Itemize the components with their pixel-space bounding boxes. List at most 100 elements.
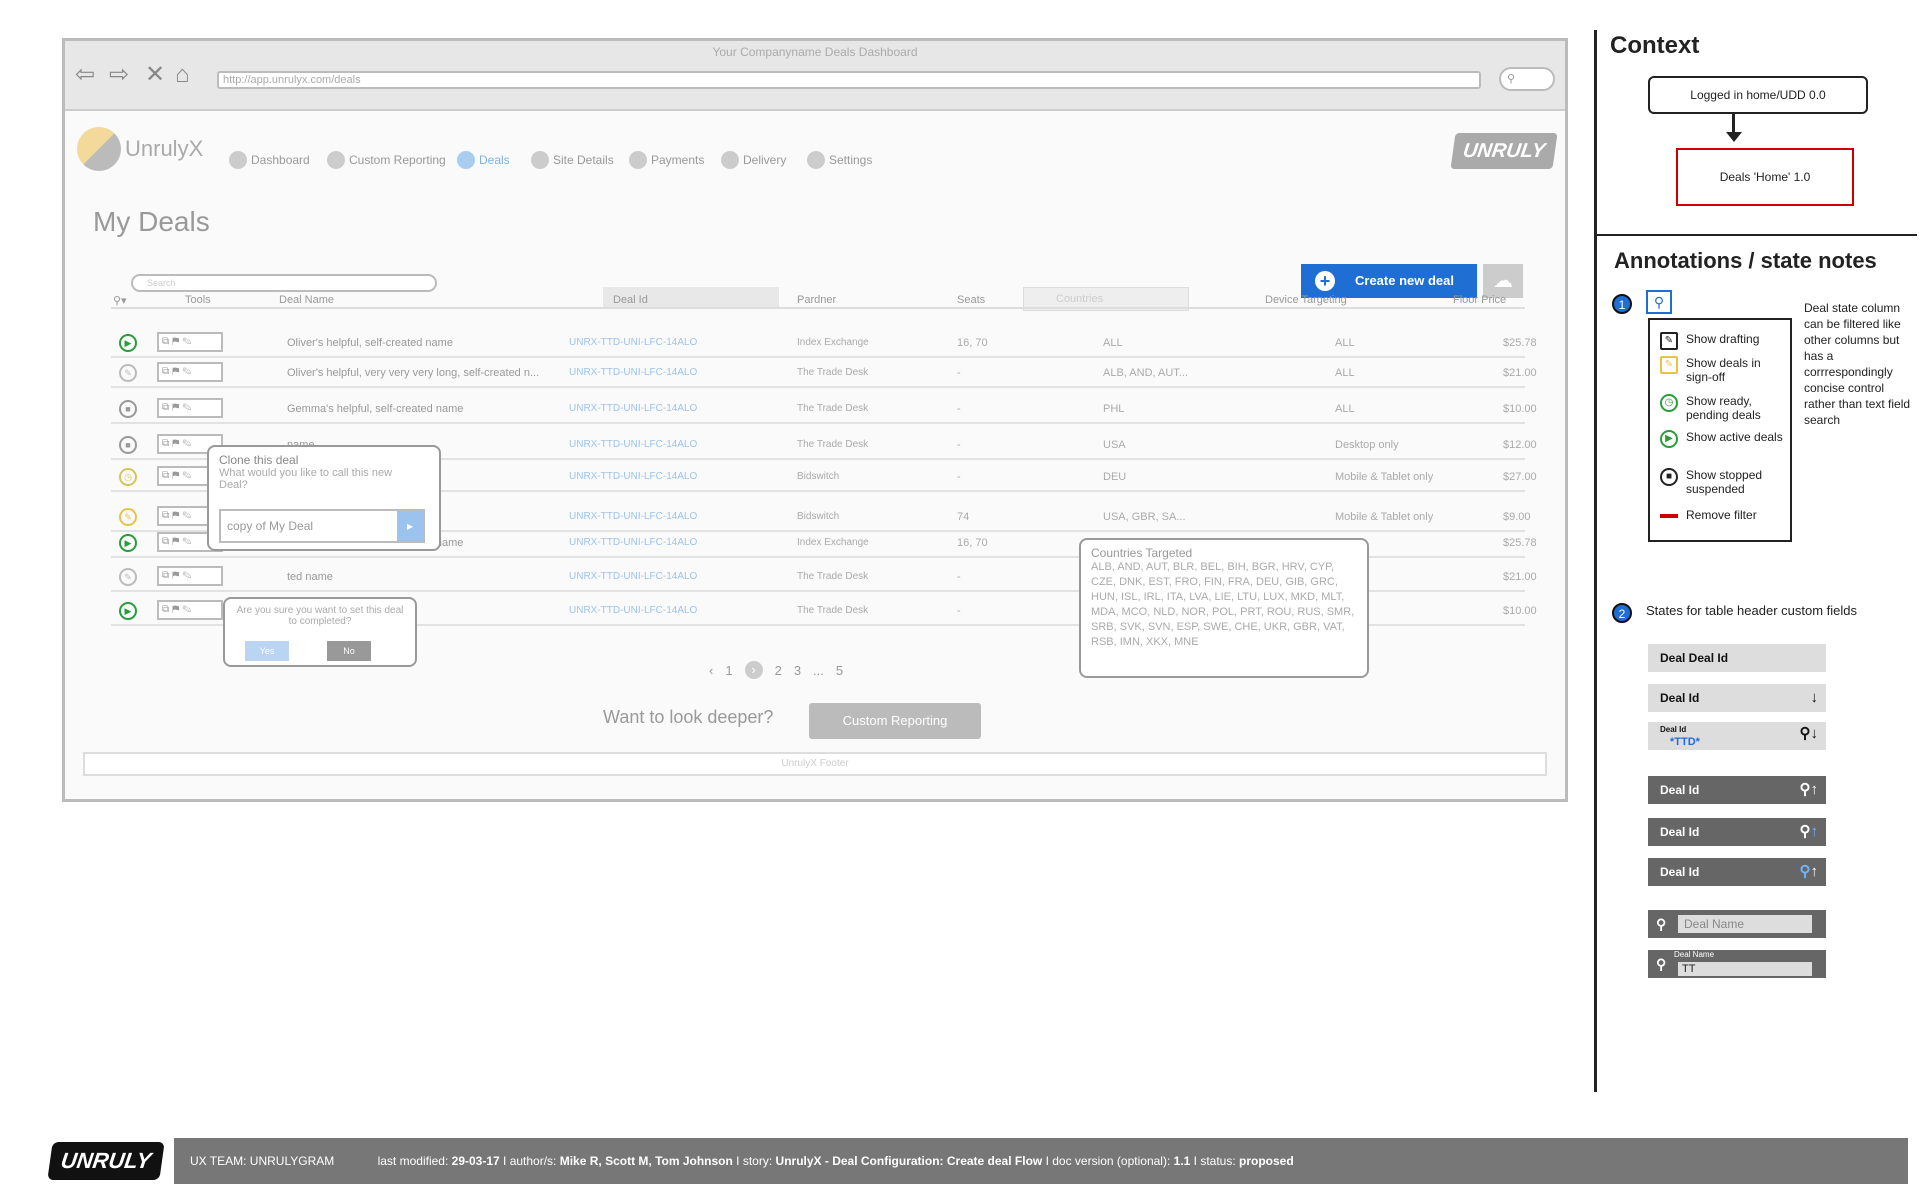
- page-2[interactable]: 2: [775, 663, 782, 678]
- deal-id-cell[interactable]: UNRX-TTD-UNI-LFC-14ALO: [569, 471, 697, 482]
- countries-cell[interactable]: USA: [1103, 439, 1126, 451]
- deal-state-icon[interactable]: ■: [119, 400, 137, 418]
- search-highlight-icon: ⚲↑: [1799, 863, 1819, 880]
- deal-id-cell[interactable]: UNRX-TTD-UNI-LFC-14ALO: [569, 337, 697, 348]
- browser-search[interactable]: ⚲: [1499, 67, 1555, 91]
- deal-state-icon[interactable]: ✎: [119, 508, 137, 526]
- page-1[interactable]: 1: [725, 663, 732, 678]
- confirm-no-button[interactable]: No: [327, 641, 371, 661]
- filter-ready[interactable]: ◷ Show ready, pending deals: [1660, 394, 1790, 422]
- unrulyx-logo[interactable]: UnrulyX: [77, 127, 203, 171]
- deal-state-icon[interactable]: ▶: [119, 334, 137, 352]
- deal-state-icon[interactable]: ■: [119, 436, 137, 454]
- th-seats[interactable]: Seats: [957, 294, 985, 306]
- nav-payments[interactable]: Payments: [629, 151, 704, 169]
- deal-name-cell[interactable]: Oliver's helpful, very very very long, s…: [287, 367, 539, 379]
- th-partner[interactable]: Pardner: [797, 294, 836, 306]
- filter-search-icon[interactable]: ⚲: [1646, 290, 1672, 314]
- filter-remove[interactable]: Remove filter: [1660, 508, 1790, 522]
- annotation-badge-2: 2: [1612, 603, 1632, 623]
- footer-status-prefix: I status:: [1190, 1154, 1240, 1168]
- stop-icon[interactable]: ✕: [145, 63, 165, 87]
- countries-cell[interactable]: ALB, AND, AUT...: [1103, 367, 1188, 379]
- download-button[interactable]: ☁: [1483, 264, 1523, 298]
- row-tools[interactable]: ⧉⚑✎: [157, 398, 223, 418]
- th-deal-name[interactable]: Deal Name: [279, 294, 334, 306]
- th-device[interactable]: Device Targeting: [1265, 294, 1347, 306]
- th-floor-price[interactable]: Floor Price: [1453, 294, 1506, 306]
- deal-name-cell[interactable]: Oliver's helpful, self-created name: [287, 337, 453, 349]
- page-3[interactable]: 3: [794, 663, 801, 678]
- price-cell: $21.00: [1503, 571, 1537, 583]
- state-label: Deal Id: [1660, 865, 1700, 879]
- table-row[interactable]: ✎ ⧉⚑✎ Oliver's helpful, very very very lon…: [111, 359, 1537, 388]
- state-label: Deal Id: [1660, 691, 1700, 705]
- deal-name-input[interactable]: Deal Name: [1678, 915, 1812, 933]
- price-cell: $10.00: [1503, 605, 1537, 617]
- deal-state-icon[interactable]: ✎: [119, 568, 137, 586]
- state-label: Deal Deal Id: [1660, 651, 1729, 665]
- prev-page-icon[interactable]: ‹: [709, 663, 713, 678]
- page-5[interactable]: 5: [836, 663, 843, 678]
- row-tools[interactable]: ⧉⚑✎: [157, 566, 223, 586]
- partner-cell: Bidswitch: [797, 511, 840, 522]
- clone-submit-button[interactable]: ▸: [397, 511, 423, 541]
- forward-icon[interactable]: ⇨: [109, 63, 129, 87]
- deal-state-icon[interactable]: ✎: [119, 364, 137, 382]
- deal-id-cell[interactable]: UNRX-TTD-UNI-LFC-14ALO: [569, 537, 697, 548]
- table-search-input[interactable]: Search: [131, 274, 437, 292]
- section-divider: [1597, 234, 1917, 236]
- create-deal-button[interactable]: + Create new deal: [1301, 264, 1477, 298]
- filter-sign-off[interactable]: ✎ Show deals in sign-off: [1660, 356, 1790, 384]
- deal-state-icon[interactable]: ▶: [119, 534, 137, 552]
- state-filter-icon[interactable]: ⚲▾: [113, 294, 127, 307]
- nav-site-details[interactable]: Site Details: [531, 151, 614, 169]
- price-cell: $9.00: [1503, 511, 1531, 523]
- countries-cell[interactable]: ALL: [1103, 337, 1123, 349]
- deal-id-cell[interactable]: UNRX-TTD-UNI-LFC-14ALO: [569, 605, 697, 616]
- search-sort-up-icon: ⚲↑: [1799, 781, 1819, 798]
- deal-id-cell[interactable]: UNRX-TTD-UNI-LFC-14ALO: [569, 571, 697, 582]
- row-tools[interactable]: ⧉⚑✎: [157, 600, 223, 620]
- footer-meta-prefix: last modified:: [377, 1154, 452, 1168]
- filter-stopped[interactable]: ■ Show stopped suspended: [1660, 468, 1790, 496]
- page-2-current[interactable]: ›: [744, 661, 763, 679]
- nav-custom-reporting[interactable]: Custom Reporting: [327, 151, 446, 169]
- nav-dashboard[interactable]: Dashboard: [229, 151, 310, 169]
- nav-deals[interactable]: Deals: [457, 151, 510, 169]
- footer-team: UX TEAM: UNRULYGRAM: [190, 1154, 335, 1168]
- logo-mark-icon: [77, 127, 121, 171]
- back-icon[interactable]: ⇦: [75, 63, 95, 87]
- nav-settings[interactable]: Settings: [807, 151, 872, 169]
- deal-state-icon[interactable]: ▶: [119, 602, 137, 620]
- countries-cell[interactable]: USA, GBR, SA...: [1103, 511, 1186, 523]
- countries-cell[interactable]: PHL: [1103, 403, 1124, 415]
- deal-id-cell[interactable]: UNRX-TTD-UNI-LFC-14ALO: [569, 511, 697, 522]
- deal-name-cell[interactable]: Gemma's helpful, self-created name: [287, 403, 463, 415]
- context-title: Context: [1610, 32, 1700, 59]
- row-tools[interactable]: ⧉⚑✎: [157, 332, 223, 352]
- footer-author-prefix: I author/s:: [499, 1154, 560, 1168]
- filter-label: Show ready, pending deals: [1686, 394, 1761, 422]
- table-row[interactable]: ▶ ⧉⚑✎ Oliver's helpful, self-created name U…: [111, 329, 1537, 358]
- home-icon[interactable]: ⌂: [175, 63, 190, 87]
- confirm-yes-button[interactable]: Yes: [245, 641, 289, 661]
- filter-drafting[interactable]: ✎ Show drafting: [1660, 332, 1790, 350]
- plus-icon: +: [1315, 271, 1335, 291]
- url-bar[interactable]: http://app.unrulyx.com/deals: [217, 71, 1481, 89]
- custom-reporting-button[interactable]: Custom Reporting: [809, 703, 981, 739]
- deal-id-cell[interactable]: UNRX-TTD-UNI-LFC-14ALO: [569, 439, 697, 450]
- filter-active[interactable]: ▶ Show active deals: [1660, 430, 1790, 448]
- deal-id-cell[interactable]: UNRX-TTD-UNI-LFC-14ALO: [569, 367, 697, 378]
- th-deal-id[interactable]: Deal Id: [613, 294, 648, 306]
- row-tools[interactable]: ⧉⚑✎: [157, 362, 223, 382]
- deal-name-cell[interactable]: ted name: [287, 571, 333, 583]
- clone-name-input[interactable]: copy of My Deal: [219, 509, 425, 543]
- nav-delivery[interactable]: Delivery: [721, 151, 786, 169]
- countries-cell[interactable]: DEU: [1103, 471, 1126, 483]
- price-cell: $25.78: [1503, 337, 1537, 349]
- partner-cell: The Trade Desk: [797, 403, 869, 414]
- deal-id-cell[interactable]: UNRX-TTD-UNI-LFC-14ALO: [569, 403, 697, 414]
- deal-state-icon[interactable]: ◷: [119, 468, 137, 486]
- table-row[interactable]: ■ ⧉⚑✎ Gemma's helpful, self-created name UN…: [111, 395, 1537, 424]
